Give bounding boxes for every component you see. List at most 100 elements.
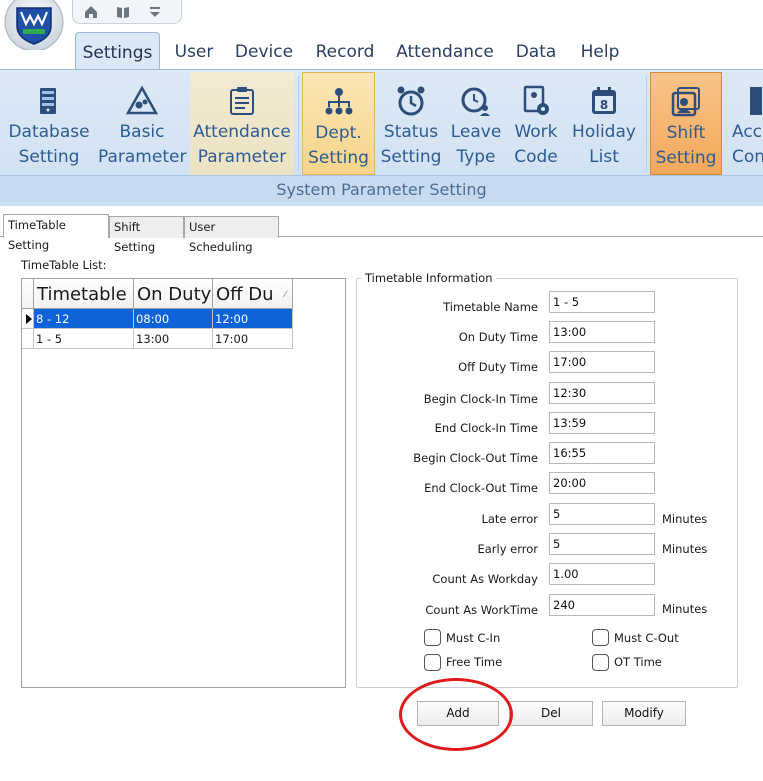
- server-icon: [32, 84, 66, 118]
- begin-clock-in-label: Begin Clock-In Time: [423, 392, 538, 406]
- basic-parameter-button[interactable]: Basic Parameter: [98, 72, 186, 175]
- column-header-off-duty-label: Off Du: [216, 284, 274, 305]
- tab-attendance[interactable]: Attendance: [392, 32, 498, 70]
- ribbon-separator: [298, 76, 299, 171]
- early-error-unit: Minutes: [662, 542, 708, 556]
- shift-setting-button[interactable]: Shift Setting: [650, 72, 722, 175]
- clock-person-icon: [459, 84, 493, 118]
- timetable-grid[interactable]: Timetable N On Duty Off Du ⁄ 8 - 12 08:0…: [21, 278, 346, 688]
- row-pointer-icon: [22, 309, 34, 329]
- dept-setting-label-2: Setting: [308, 148, 369, 168]
- free-time-label: Free Time: [446, 655, 503, 669]
- dept-setting-label: Dept.: [315, 123, 362, 143]
- column-header-on-duty[interactable]: On Duty: [134, 279, 213, 309]
- calendar-icon: 8: [587, 84, 621, 118]
- tab-shift-setting[interactable]: Shift Setting: [109, 216, 184, 254]
- clipboard-icon: [225, 84, 259, 118]
- count-as-worktime-field[interactable]: [549, 594, 655, 616]
- off-duty-time-label: Off Duty Time: [458, 360, 538, 374]
- shift-setting-label-2: Setting: [655, 148, 717, 168]
- must-cout-label: Must C-Out: [614, 631, 679, 645]
- must-cout-checkbox[interactable]: [592, 629, 609, 646]
- cell-on-duty[interactable]: 08:00: [134, 309, 213, 329]
- quick-access-toolbar: [72, 0, 182, 24]
- cell-off-duty[interactable]: 12:00: [213, 309, 293, 329]
- late-error-unit: Minutes: [662, 512, 708, 526]
- timetable-name-label: Timetable Name: [443, 300, 538, 314]
- alarm-clock-icon: [394, 84, 428, 118]
- tab-user[interactable]: User: [166, 32, 222, 70]
- must-cin-checkbox[interactable]: [424, 629, 441, 646]
- begin-clock-in-field[interactable]: [549, 382, 655, 404]
- tab-record[interactable]: Record: [309, 32, 381, 70]
- ribbon-separator: [646, 76, 647, 171]
- begin-clock-out-field[interactable]: [549, 442, 655, 464]
- subtab-strip: TimeTable Setting Shift Setting User Sch…: [0, 214, 763, 254]
- tab-device[interactable]: Device: [229, 32, 299, 70]
- attendance-parameter-label: Attendance: [193, 122, 291, 142]
- leave-type-label-2: Type: [456, 147, 496, 167]
- on-duty-time-label: On Duty Time: [458, 330, 538, 344]
- home-icon[interactable]: [83, 4, 99, 20]
- status-setting-button[interactable]: Status Setting: [378, 72, 444, 175]
- modify-button[interactable]: Modify: [602, 701, 686, 726]
- table-row[interactable]: 1 - 5 13:00 17:00: [22, 329, 293, 349]
- table-row[interactable]: 8 - 12 08:00 12:00: [22, 309, 293, 329]
- count-as-worktime-unit: Minutes: [662, 602, 708, 616]
- grid-header: Timetable N On Duty Off Du ⁄: [22, 279, 293, 309]
- book-icon[interactable]: [115, 4, 131, 20]
- document-gear-icon: [519, 84, 553, 118]
- cell-on-duty[interactable]: 13:00: [134, 329, 213, 349]
- end-clock-out-label: End Clock-Out Time: [424, 481, 538, 495]
- end-clock-in-field[interactable]: [549, 412, 655, 434]
- delete-button[interactable]: Del: [509, 701, 593, 726]
- timetable-name-field[interactable]: [549, 291, 655, 313]
- dept-setting-button[interactable]: Dept. Setting: [302, 72, 375, 175]
- column-header-name[interactable]: Timetable N: [34, 279, 134, 309]
- database-setting-label-2: Setting: [18, 147, 80, 167]
- ot-time-label: OT Time: [614, 655, 662, 669]
- attendance-parameter-button[interactable]: Attendance Parameter: [190, 72, 294, 175]
- count-as-workday-field[interactable]: [549, 563, 655, 585]
- tab-user-scheduling[interactable]: User Scheduling: [184, 216, 279, 254]
- access-control-label-2: Con: [732, 147, 763, 167]
- cell-name[interactable]: 1 - 5: [34, 329, 134, 349]
- tab-timetable-setting[interactable]: TimeTable Setting: [3, 214, 109, 252]
- leave-type-button[interactable]: Leave Type: [448, 72, 504, 175]
- end-clock-out-field[interactable]: [549, 472, 655, 494]
- row-selector-header: [22, 279, 34, 309]
- basic-parameter-label: Basic: [119, 122, 165, 142]
- basic-parameter-label-2: Parameter: [98, 147, 187, 167]
- tab-settings[interactable]: Settings: [75, 32, 160, 70]
- early-error-field[interactable]: [549, 533, 655, 555]
- ot-time-checkbox[interactable]: [592, 654, 609, 671]
- column-header-off-duty[interactable]: Off Du ⁄: [213, 279, 293, 309]
- free-time-checkbox[interactable]: [424, 654, 441, 671]
- early-error-label: Early error: [477, 542, 538, 556]
- access-control-label: Acce: [732, 122, 763, 142]
- dropdown-menu-icon[interactable]: [147, 4, 163, 20]
- shift-card-icon: [669, 85, 703, 119]
- timetable-list-label: TimeTable List:: [21, 258, 107, 272]
- cell-name[interactable]: 8 - 12: [34, 309, 134, 329]
- cell-off-duty[interactable]: 17:00: [213, 329, 293, 349]
- must-cin-label: Must C-In: [446, 631, 501, 645]
- tab-help[interactable]: Help: [572, 32, 628, 70]
- database-setting-button[interactable]: Database Setting: [6, 72, 92, 175]
- ribbon-group-label: System Parameter Setting: [0, 175, 763, 202]
- holiday-list-button[interactable]: 8 Holiday List: [568, 72, 640, 175]
- svg-text:8: 8: [600, 98, 608, 112]
- end-clock-in-label: End Clock-In Time: [434, 421, 538, 435]
- off-duty-time-field[interactable]: [549, 351, 655, 373]
- sort-arrow-icon: ⁄: [284, 290, 286, 300]
- access-control-button[interactable]: Acce Con: [728, 72, 763, 175]
- shift-setting-label: Shift: [666, 123, 706, 143]
- timetable-info-title: Timetable Information: [362, 271, 496, 285]
- status-setting-label-2: Setting: [380, 147, 442, 167]
- tab-data[interactable]: Data: [508, 32, 564, 70]
- work-code-button[interactable]: Work Code: [508, 72, 564, 175]
- add-button[interactable]: Add: [417, 701, 499, 726]
- on-duty-time-field[interactable]: [549, 321, 655, 343]
- late-error-field[interactable]: [549, 503, 655, 525]
- org-chart-icon: [322, 85, 356, 119]
